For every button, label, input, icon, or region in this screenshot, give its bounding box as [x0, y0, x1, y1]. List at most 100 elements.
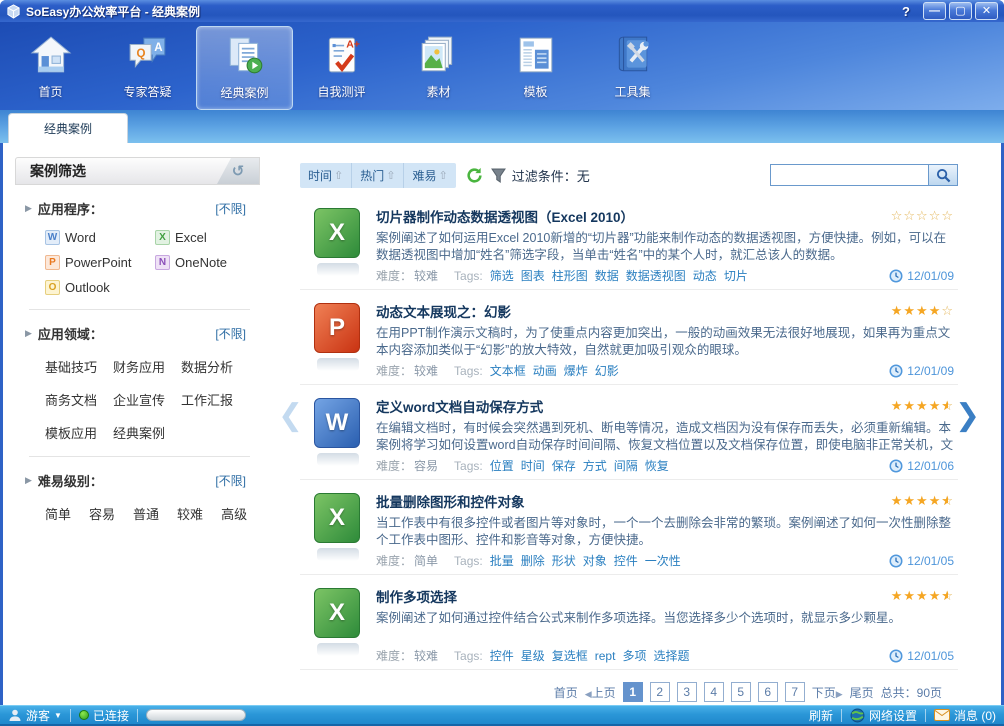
case-tag[interactable]: 爆炸 — [564, 362, 588, 379]
filter-app-powerpoint[interactable]: PPowerPoint — [45, 255, 155, 270]
filter-app-excel[interactable]: XExcel — [155, 230, 254, 245]
network-settings-link[interactable]: 网络设置 — [850, 707, 917, 724]
last-page-link[interactable]: 尾页 — [850, 684, 874, 701]
case-tag[interactable]: 位置 — [490, 457, 514, 474]
filter-app-word[interactable]: WWord — [45, 230, 155, 245]
case-tag[interactable]: 星级 — [521, 647, 545, 664]
nav-item-tools[interactable]: 工具集 — [584, 26, 681, 110]
case-tag[interactable]: 切片 — [724, 267, 748, 284]
nav-item-templates[interactable]: 模板 — [487, 26, 584, 110]
clock-icon — [889, 649, 903, 663]
first-page-link[interactable]: 首页 — [554, 684, 578, 701]
nav-item-materials[interactable]: 素材 — [390, 26, 487, 110]
page-number-1[interactable]: 1 — [623, 682, 643, 702]
case-tag[interactable]: 文本框 — [490, 362, 526, 379]
case-tag[interactable]: 图表 — [521, 267, 545, 284]
filter-field-link[interactable]: 经典案例 — [113, 423, 165, 442]
case-tag[interactable]: 保存 — [552, 457, 576, 474]
case-tag[interactable]: 幻影 — [595, 362, 619, 379]
case-title[interactable]: 切片器制作动态数据透视图（Excel 2010） — [376, 206, 634, 226]
nav-item-self-test[interactable]: A+ 自我测评 — [293, 26, 390, 110]
case-tag[interactable]: 形状 — [552, 552, 576, 569]
field-no-limit-link[interactable]: [不限] — [215, 325, 246, 342]
case-item[interactable]: X 切片器制作动态数据透视图（Excel 2010） ☆☆☆☆☆ 案例阐述了如何… — [300, 195, 958, 290]
page-number-4[interactable]: 4 — [704, 682, 724, 702]
page-number-7[interactable]: 7 — [785, 682, 805, 702]
case-tag[interactable]: 柱形图 — [552, 267, 588, 284]
nav-item-classic-cases[interactable]: 经典案例 — [196, 26, 293, 110]
page-number-5[interactable]: 5 — [731, 682, 751, 702]
case-title[interactable]: 批量删除图形和控件对象 — [376, 491, 525, 511]
filter-level-link[interactable]: 容易 — [89, 504, 115, 523]
filter-field-link[interactable]: 企业宣传 — [113, 390, 165, 409]
case-title[interactable]: 制作多项选择 — [376, 586, 457, 606]
next-list-chevron[interactable]: ❯ — [955, 398, 980, 433]
refresh-list-button[interactable] — [466, 167, 483, 184]
prev-list-chevron[interactable]: ❮ — [278, 398, 303, 433]
level-no-limit-link[interactable]: [不限] — [215, 472, 246, 489]
filter-level-link[interactable]: 高级 — [221, 504, 247, 523]
maximize-button[interactable]: ▢ — [949, 2, 972, 20]
tags-label: Tags: — [454, 364, 483, 378]
minimize-button[interactable]: — — [923, 2, 946, 20]
search-button[interactable] — [928, 164, 958, 186]
filter-field-link[interactable]: 基础技巧 — [45, 357, 97, 376]
page-number-2[interactable]: 2 — [650, 682, 670, 702]
case-tag[interactable]: 方式 — [583, 457, 607, 474]
nav-item-home[interactable]: 首页 — [2, 26, 99, 110]
case-tag[interactable]: 数据 — [595, 267, 619, 284]
case-tag[interactable]: 控件 — [614, 552, 638, 569]
case-tag[interactable]: 复选框 — [552, 647, 588, 664]
help-button[interactable]: ? — [902, 4, 910, 19]
case-tag[interactable]: 筛选 — [490, 267, 514, 284]
page-number-3[interactable]: 3 — [677, 682, 697, 702]
case-title[interactable]: 动态文本展现之：幻影 — [376, 301, 511, 321]
refresh-link[interactable]: 刷新 — [809, 707, 833, 724]
filter-app-outlook[interactable]: OOutlook — [45, 280, 155, 295]
case-tag[interactable]: 对象 — [583, 552, 607, 569]
case-tag[interactable]: 选择题 — [653, 647, 689, 664]
sort-by-popularity-button[interactable]: 热门⇧ — [352, 163, 404, 188]
case-tag[interactable]: 间隔 — [614, 457, 638, 474]
case-tag[interactable]: 时间 — [521, 457, 545, 474]
case-item[interactable]: P 动态文本展现之：幻影 ★★★★☆ 在用PPT制作演示文稿时，为了使重点内容更… — [300, 290, 958, 385]
next-page-link[interactable]: 下页▶ — [812, 684, 843, 701]
sort-by-difficulty-button[interactable]: 难易⇧ — [404, 163, 455, 188]
filter-field-link[interactable]: 模板应用 — [45, 423, 97, 442]
filter-level-link[interactable]: 简单 — [45, 504, 71, 523]
filter-field-link[interactable]: 工作汇报 — [181, 390, 233, 409]
case-item[interactable]: X 制作多项选择 ★★★★☆★ 案例阐述了如何通过控件结合公式来制作多项选择。当… — [300, 575, 958, 670]
filter-field-link[interactable]: 数据分析 — [181, 357, 233, 376]
case-tag[interactable]: 一次性 — [645, 552, 681, 569]
case-item[interactable]: W 定义word文档自动保存方式 ★★★★☆★ 在编辑文档时，有时候会突然遇到死… — [300, 385, 958, 480]
filter-field-link[interactable]: 商务文档 — [45, 390, 97, 409]
page-number-6[interactable]: 6 — [758, 682, 778, 702]
prev-page-link[interactable]: ◀上页 — [585, 684, 616, 701]
difficulty-label: 难度： — [376, 552, 412, 569]
messages-link[interactable]: 消息 (0) — [934, 707, 996, 724]
case-tag[interactable]: 批量 — [490, 552, 514, 569]
user-menu[interactable]: 游客 ▼ — [8, 707, 62, 724]
app-no-limit-link[interactable]: [不限] — [215, 200, 246, 217]
filter-level-link[interactable]: 普通 — [133, 504, 159, 523]
case-item[interactable]: X 批量删除图形和控件对象 ★★★★☆★ 当工作表中有很多控件或者图片等对象时，… — [300, 480, 958, 575]
case-tag[interactable]: 动态 — [693, 267, 717, 284]
filter-app-onenote[interactable]: NOneNote — [155, 255, 254, 270]
case-tag[interactable]: 动画 — [533, 362, 557, 379]
tab-classic-cases[interactable]: 经典案例 — [8, 113, 128, 143]
close-button[interactable]: ✕ — [975, 2, 998, 20]
app-window: SoEasy办公效率平台 - 经典案例 ? — ▢ ✕ 首页 AQ 专家答疑 经… — [0, 0, 1004, 726]
app-name: Outlook — [65, 280, 110, 295]
case-title[interactable]: 定义word文档自动保存方式 — [376, 396, 543, 416]
case-tag[interactable]: 删除 — [521, 552, 545, 569]
nav-item-expert-qa[interactable]: AQ 专家答疑 — [99, 26, 196, 110]
filter-field-link[interactable]: 财务应用 — [113, 357, 165, 376]
case-tag[interactable]: 恢复 — [645, 457, 669, 474]
case-tag[interactable]: 控件 — [490, 647, 514, 664]
case-tag[interactable]: 数据透视图 — [626, 267, 686, 284]
case-tag[interactable]: rept — [595, 649, 616, 663]
sort-by-time-button[interactable]: 时间⇧ — [300, 163, 352, 188]
filter-level-link[interactable]: 较难 — [177, 504, 203, 523]
search-input[interactable] — [770, 164, 928, 186]
case-tag[interactable]: 多项 — [622, 647, 646, 664]
